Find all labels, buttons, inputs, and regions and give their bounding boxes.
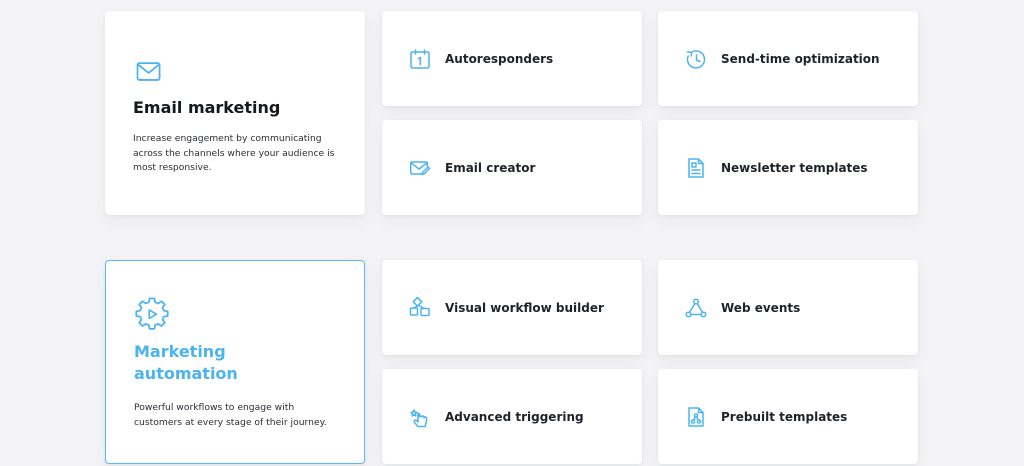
feature-title: Marketing automation bbox=[134, 342, 238, 383]
sub-feature-label: Advanced triggering bbox=[445, 409, 584, 424]
sub-feature-label: Newsletter templates bbox=[721, 160, 868, 175]
nodes-icon bbox=[685, 297, 707, 318]
pointer-click-icon bbox=[410, 408, 428, 427]
feature-title: Email marketing bbox=[133, 98, 281, 117]
sub-feature-label: Autoresponders bbox=[445, 51, 554, 66]
clock-icon bbox=[686, 49, 706, 69]
sub-feature-label: Email creator bbox=[445, 160, 536, 175]
email-edit-icon bbox=[409, 160, 431, 175]
calendar-icon bbox=[410, 48, 430, 69]
send-time-optimization-card[interactable]: Send-time optimization bbox=[658, 11, 918, 106]
envelope-icon bbox=[136, 62, 161, 81]
gear-play-icon bbox=[135, 297, 169, 330]
document-template-icon bbox=[688, 157, 704, 178]
sub-feature-label: Visual workflow builder bbox=[445, 300, 604, 315]
advanced-triggering-card[interactable]: Advanced triggering bbox=[382, 369, 642, 464]
prebuilt-templates-card[interactable]: Prebuilt templates bbox=[658, 369, 918, 464]
sub-feature-label: Send-time optimization bbox=[721, 51, 880, 66]
document-flow-icon bbox=[688, 406, 704, 427]
sub-feature-label: Prebuilt templates bbox=[721, 409, 848, 424]
feature-description: Powerful workflows to engage with custom… bbox=[134, 402, 327, 428]
email-creator-card[interactable]: Email creator bbox=[382, 120, 642, 215]
web-events-card[interactable]: Web events bbox=[658, 260, 918, 355]
feature-description: Increase engagement by communicating acr… bbox=[133, 133, 335, 173]
autoresponders-card[interactable]: Autoresponders bbox=[382, 11, 642, 106]
sub-feature-label: Web events bbox=[721, 300, 801, 315]
visual-workflow-builder-card[interactable]: Visual workflow builder bbox=[382, 260, 642, 355]
workflow-icon bbox=[409, 296, 430, 316]
newsletter-templates-card[interactable]: Newsletter templates bbox=[658, 120, 918, 215]
email-marketing-card[interactable]: Email marketing Increase engagement by c… bbox=[105, 11, 365, 215]
marketing-automation-card[interactable]: Marketing automation Powerful workflows … bbox=[105, 260, 365, 464]
